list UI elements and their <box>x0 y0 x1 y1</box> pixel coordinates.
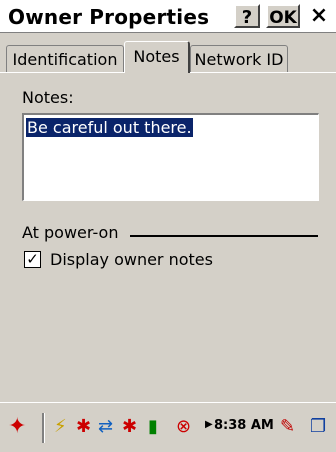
window-title: Owner Properties <box>8 5 210 29</box>
ok-button[interactable]: OK <box>266 4 300 28</box>
volume-mute-icon[interactable]: ⊗ <box>176 417 191 437</box>
network-error-icon[interactable]: ✱ <box>76 417 91 437</box>
clock[interactable]: 8:38 AM <box>214 418 274 433</box>
windows-cascade-icon[interactable]: ❐ <box>310 417 326 437</box>
tab-network-id[interactable]: Network ID <box>190 45 288 73</box>
tab-strip: Identification Notes Network ID <box>0 40 336 73</box>
notes-text-selected[interactable]: Be careful out there. <box>26 118 193 137</box>
display-owner-notes-checkbox[interactable]: ✓ <box>24 251 41 268</box>
group-divider <box>130 235 318 237</box>
power-on-group-label: At power-on <box>22 223 119 242</box>
taskbar: ✦ ⚡ ✱ ⇄ ✱ ▮ ⊗ ▶ 8:38 AM ✎ ❐ <box>0 402 336 452</box>
network-icon[interactable]: ⇄ <box>98 417 113 437</box>
start-windows-icon[interactable]: ✦ <box>8 416 26 438</box>
title-bar: Owner Properties ? OK × <box>0 0 336 33</box>
network-error-icon[interactable]: ✱ <box>122 417 137 437</box>
battery-icon[interactable]: ▮ <box>148 417 158 437</box>
pen-input-icon[interactable]: ✎ <box>280 417 295 437</box>
notification-arrow-icon[interactable]: ▶ <box>205 419 213 430</box>
notes-textarea[interactable]: Be careful out there. <box>22 113 319 201</box>
power-plug-icon[interactable]: ⚡ <box>54 417 67 437</box>
display-owner-notes-label[interactable]: Display owner notes <box>50 250 213 269</box>
notes-label: Notes: <box>22 88 74 107</box>
taskbar-separator <box>42 413 45 443</box>
tab-identification[interactable]: Identification <box>6 45 124 73</box>
help-button[interactable]: ? <box>234 4 260 28</box>
close-button[interactable]: × <box>306 4 332 28</box>
tab-notes[interactable]: Notes <box>124 41 190 73</box>
